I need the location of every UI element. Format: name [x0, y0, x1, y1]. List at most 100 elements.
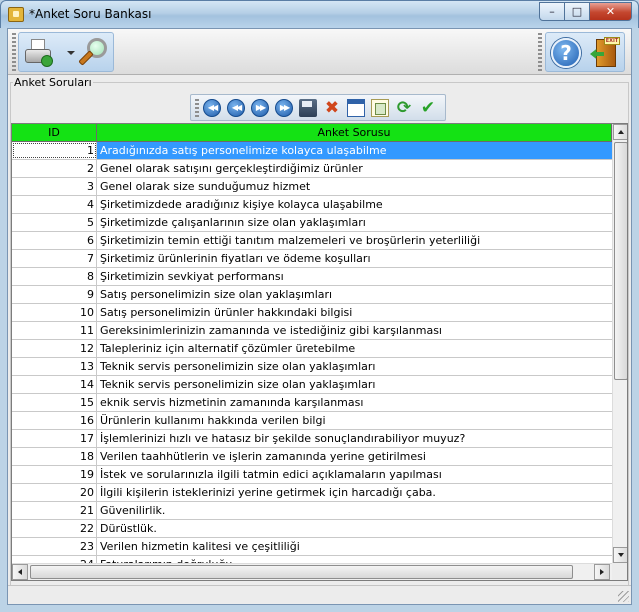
cell-question[interactable]: Gereksinimlerinizin zamanında ve istediğ…: [97, 322, 612, 339]
next-record-button[interactable]: ▶▶: [251, 99, 269, 117]
cell-id[interactable]: 8: [12, 268, 97, 285]
cell-id[interactable]: 12: [12, 340, 97, 357]
confirm-check-icon[interactable]: ✔: [419, 99, 437, 117]
print-button[interactable]: [23, 37, 55, 69]
table-row[interactable]: 1 Aradığınızda satış personelimize kolayc…: [12, 142, 612, 160]
cell-question[interactable]: İstek ve sorularınızla ilgili tatmin edi…: [97, 466, 612, 483]
cell-id[interactable]: 24: [12, 556, 97, 563]
table-row[interactable]: 5 Şirketimizde çalışanlarının size olan y…: [12, 214, 612, 232]
help-button[interactable]: ?: [550, 37, 582, 69]
table-row[interactable]: 18 Verilen taahhütlerin ve işlerin zamanı…: [12, 448, 612, 466]
cell-question[interactable]: Şirketimizde çalışanlarının size olan ya…: [97, 214, 612, 231]
cell-question[interactable]: Şirketimizin sevkiyat performansı: [97, 268, 612, 285]
cell-question[interactable]: Aradığınızda satış personelimize kolayca…: [97, 142, 612, 159]
cell-id[interactable]: 7: [12, 250, 97, 267]
cell-question[interactable]: İlgili kişilerin isteklerinizi yerine ge…: [97, 484, 612, 501]
cell-id[interactable]: 18: [12, 448, 97, 465]
toolbar-grip[interactable]: [12, 33, 16, 71]
cell-question[interactable]: Güvenilirlik.: [97, 502, 612, 519]
search-button[interactable]: [77, 37, 109, 69]
cell-id[interactable]: 16: [12, 412, 97, 429]
cell-question[interactable]: Talepleriniz için alternatif çözümler ür…: [97, 340, 612, 357]
table-row[interactable]: 6 Şirketimizin temin ettiği tanıtım malze…: [12, 232, 612, 250]
cell-question[interactable]: İşlemlerinizi hızlı ve hatasız bir şekil…: [97, 430, 612, 447]
first-record-button[interactable]: ◀◀: [203, 99, 221, 117]
previous-record-button[interactable]: ◀◀: [227, 99, 245, 117]
last-record-button[interactable]: ▶▶: [275, 99, 293, 117]
table-row[interactable]: 22 Dürüstlük.: [12, 520, 612, 538]
refresh-icon[interactable]: ⟳: [395, 99, 413, 117]
cell-id[interactable]: 10: [12, 304, 97, 321]
questions-grid[interactable]: ID Anket Sorusu 1 Aradığınızda satış pers…: [11, 123, 628, 581]
cell-question[interactable]: Ürünlerin kullanımı hakkında verilen bil…: [97, 412, 612, 429]
cell-id[interactable]: 23: [12, 538, 97, 555]
cell-id[interactable]: 20: [12, 484, 97, 501]
edit-window-icon[interactable]: [347, 99, 365, 117]
resize-grip-icon[interactable]: [618, 591, 629, 602]
cell-id[interactable]: 11: [12, 322, 97, 339]
cell-id[interactable]: 17: [12, 430, 97, 447]
copy-icon[interactable]: [371, 99, 389, 117]
scroll-right-button[interactable]: [594, 564, 610, 580]
cell-id[interactable]: 22: [12, 520, 97, 537]
table-row[interactable]: 19 İstek ve sorularınızla ilgili tatmin e…: [12, 466, 612, 484]
column-header-id[interactable]: ID: [12, 124, 97, 141]
cell-question[interactable]: Şirketimizin temin ettiği tanıtım malzem…: [97, 232, 612, 249]
scroll-left-button[interactable]: [12, 564, 28, 580]
table-row[interactable]: 14 Teknik servis personelimizin size olan…: [12, 376, 612, 394]
horizontal-scroll-thumb[interactable]: [30, 565, 573, 579]
scroll-up-button[interactable]: [613, 124, 627, 140]
cell-id[interactable]: 21: [12, 502, 97, 519]
table-row[interactable]: 16 Ürünlerin kullanımı hakkında verilen b…: [12, 412, 612, 430]
table-row[interactable]: 2 Genel olarak satışını gerçekleştirdiğim…: [12, 160, 612, 178]
table-row[interactable]: 24Faturalarımın doğruluğu: [12, 556, 612, 563]
table-row[interactable]: 12 Talepleriniz için alternatif çözümler …: [12, 340, 612, 358]
cell-question[interactable]: Teknik servis personelimizin size olan y…: [97, 376, 612, 393]
cell-question[interactable]: Verilen taahhütlerin ve işlerin zamanınd…: [97, 448, 612, 465]
toolbar-grip-right[interactable]: [538, 33, 542, 71]
cell-question[interactable]: Verilen hizmetin kalitesi ve çeşitliliği: [97, 538, 612, 555]
print-dropdown-arrow-icon[interactable]: [67, 51, 75, 55]
maximize-button[interactable]: □: [565, 2, 590, 21]
cell-question[interactable]: Satış personelimizin size olan yaklaşıml…: [97, 286, 612, 303]
cell-question[interactable]: Teknik servis personelimizin size olan y…: [97, 358, 612, 375]
scroll-down-button[interactable]: [613, 547, 627, 563]
cell-id[interactable]: 19: [12, 466, 97, 483]
table-row[interactable]: 4 Şirketimizdede aradığınız kişiye kolayc…: [12, 196, 612, 214]
cell-question[interactable]: Faturalarımın doğruluğu: [97, 556, 612, 563]
vertical-scroll-thumb[interactable]: [614, 142, 627, 380]
cell-id[interactable]: 14: [12, 376, 97, 393]
cell-question[interactable]: Şirketimizdede aradığınız kişiye kolayca…: [97, 196, 612, 213]
table-row[interactable]: 8 Şirketimizin sevkiyat performansı: [12, 268, 612, 286]
table-row[interactable]: 9 Satış personelimizin size olan yaklaşım…: [12, 286, 612, 304]
table-row[interactable]: 20 İlgili kişilerin isteklerinizi yerine …: [12, 484, 612, 502]
column-header-question[interactable]: Anket Sorusu: [97, 124, 612, 141]
cell-question[interactable]: eknik servis hizmetinin zamanında karşıl…: [97, 394, 612, 411]
exit-button[interactable]: EXIT: [590, 37, 622, 69]
vertical-scrollbar[interactable]: [612, 124, 627, 563]
cell-id[interactable]: 2: [12, 160, 97, 177]
cell-id[interactable]: 5: [12, 214, 97, 231]
table-row[interactable]: 11 Gereksinimlerinizin zamanında ve isted…: [12, 322, 612, 340]
cell-id[interactable]: 3: [12, 178, 97, 195]
cell-question[interactable]: Şirketimiz ürünlerinin fiyatları ve ödem…: [97, 250, 612, 267]
minimize-button[interactable]: –: [539, 2, 565, 21]
table-row[interactable]: 23 Verilen hizmetin kalitesi ve çeşitlili…: [12, 538, 612, 556]
table-row[interactable]: 7 Şirketimiz ürünlerinin fiyatları ve öde…: [12, 250, 612, 268]
cell-id[interactable]: 6: [12, 232, 97, 249]
cell-id[interactable]: 9: [12, 286, 97, 303]
cell-id[interactable]: 4: [12, 196, 97, 213]
cell-question[interactable]: Genel olarak satışını gerçekleştirdiğimi…: [97, 160, 612, 177]
cell-question[interactable]: Dürüstlük.: [97, 520, 612, 537]
cell-question[interactable]: Genel olarak size sunduğumuz hizmet: [97, 178, 612, 195]
save-icon[interactable]: [299, 99, 317, 117]
navigator-grip[interactable]: [195, 99, 199, 117]
close-button[interactable]: ✕: [590, 2, 632, 21]
cell-id[interactable]: 1: [12, 142, 97, 159]
table-row[interactable]: 13 Teknik servis personelimizin size olan…: [12, 358, 612, 376]
table-row[interactable]: 10 Satış personelimizin ürünler hakkındak…: [12, 304, 612, 322]
cell-question[interactable]: Satış personelimizin ürünler hakkındaki …: [97, 304, 612, 321]
table-row[interactable]: 15 eknik servis hizmetinin zamanında karş…: [12, 394, 612, 412]
cell-id[interactable]: 13: [12, 358, 97, 375]
horizontal-scrollbar[interactable]: [12, 563, 612, 580]
